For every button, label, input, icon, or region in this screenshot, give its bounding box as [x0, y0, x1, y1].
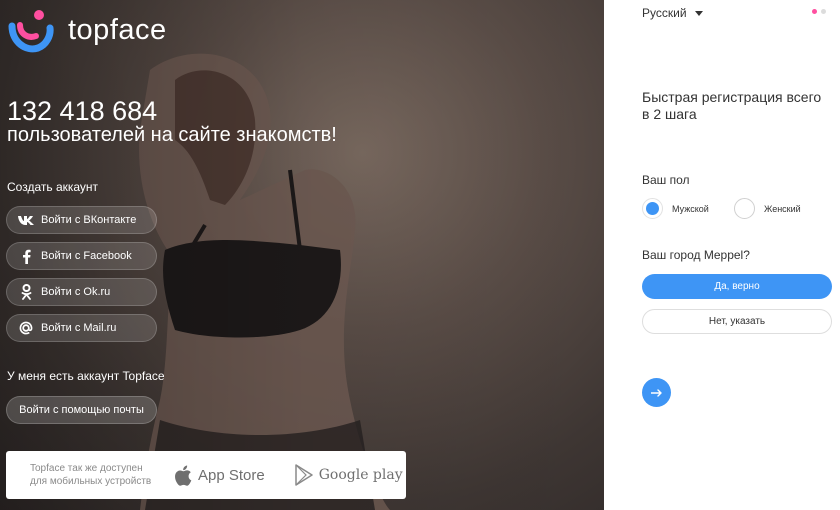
- login-mailru-label: Войти с Mail.ru: [41, 322, 117, 334]
- confirm-city-button[interactable]: Да, верно: [642, 274, 832, 299]
- have-account-title: У меня есть аккаунт Topface: [7, 369, 165, 383]
- language-selector[interactable]: Русский: [642, 6, 703, 20]
- facebook-icon: [17, 248, 35, 264]
- registration-panel: Русский Быстрая регистрация всего в 2 ша…: [604, 0, 840, 510]
- google-play-icon: [294, 464, 313, 486]
- language-label: Русский: [642, 6, 687, 20]
- step-dot-active: [812, 9, 817, 14]
- mailru-icon: [17, 320, 35, 336]
- users-count: 132 418 684: [7, 96, 158, 126]
- radio-selected-icon: [642, 198, 663, 219]
- brand-logo[interactable]: topface: [6, 6, 167, 54]
- create-account-title: Создать аккаунт: [7, 180, 99, 194]
- mobile-apps-text: Topface так же доступен для мобильных ус…: [30, 463, 152, 487]
- users-subtitle: пользователей на сайте знакомств!: [7, 124, 337, 146]
- city-question: Ваш город Meppel?: [642, 248, 750, 262]
- apple-icon: [175, 465, 192, 486]
- app-store-label: App Store: [198, 466, 265, 484]
- registration-title: Быстрая регистрация всего в 2 шага: [642, 89, 822, 122]
- next-step-button[interactable]: [642, 378, 671, 407]
- radio-unselected-icon: [734, 198, 755, 219]
- hero-section: topface 132 418 684 пользователей на сай…: [0, 0, 604, 510]
- login-mailru-button[interactable]: Войти с Mail.ru: [6, 314, 157, 342]
- change-city-button[interactable]: Нет, указать: [642, 309, 832, 334]
- gender-male-radio[interactable]: Мужской: [642, 198, 709, 219]
- chevron-down-icon: [694, 10, 703, 16]
- gender-female-radio[interactable]: Женский: [734, 198, 801, 219]
- login-vk-button[interactable]: Войти с ВКонтакте: [6, 206, 157, 234]
- app-store-link[interactable]: App Store: [174, 465, 265, 486]
- google-play-label: Google play: [318, 467, 403, 483]
- mobile-apps-banner: Topface так же доступен для мобильных ус…: [6, 451, 406, 499]
- arrow-right-icon: [651, 388, 662, 397]
- email-login-button[interactable]: Войти с помощью почты: [6, 396, 157, 424]
- topface-logo-icon: [8, 10, 54, 53]
- login-ok-label: Войти с Ok.ru: [41, 286, 111, 298]
- gender-male-label: Мужской: [672, 203, 709, 214]
- login-facebook-button[interactable]: Войти с Facebook: [6, 242, 157, 270]
- gender-label: Ваш пол: [642, 173, 690, 187]
- brand-name: topface: [68, 13, 167, 46]
- google-play-link[interactable]: Google play: [294, 464, 403, 486]
- login-facebook-label: Войти с Facebook: [41, 250, 132, 262]
- vk-icon: [17, 212, 35, 228]
- login-ok-button[interactable]: Войти с Ok.ru: [6, 278, 157, 306]
- step-dot-inactive: [821, 9, 826, 14]
- login-vk-label: Войти с ВКонтакте: [41, 214, 137, 226]
- step-indicator: [808, 9, 826, 14]
- gender-female-label: Женский: [764, 203, 801, 214]
- odnoklassniki-icon: [17, 284, 35, 300]
